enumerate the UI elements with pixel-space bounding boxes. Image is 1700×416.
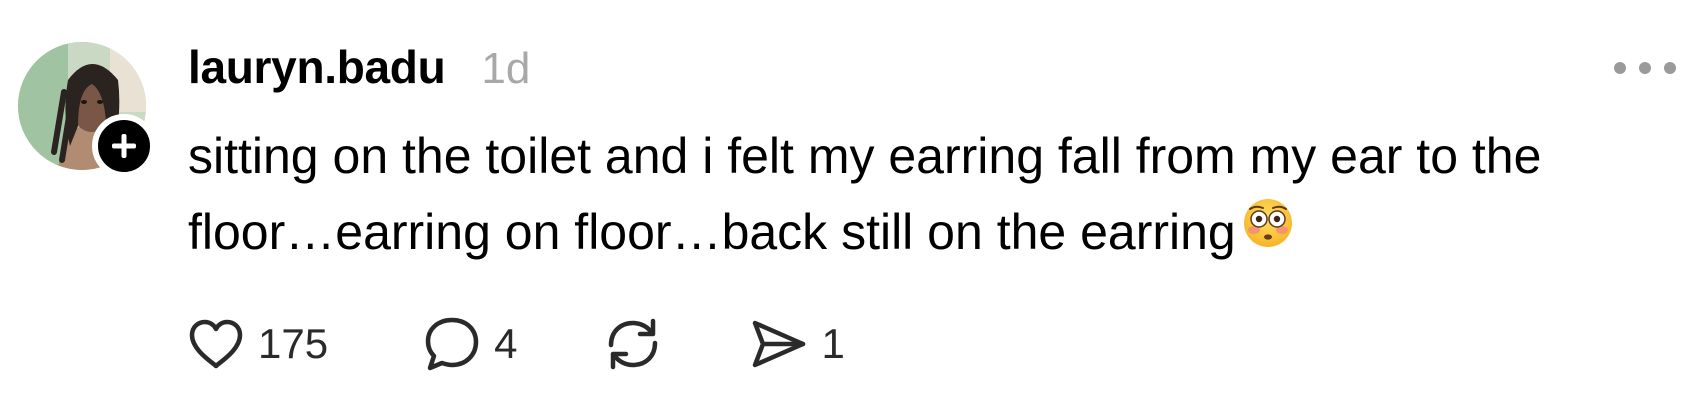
ellipsis-icon bbox=[1614, 62, 1626, 74]
reply-count: 4 bbox=[494, 320, 518, 367]
heart-icon bbox=[189, 319, 243, 369]
paper-plane-icon bbox=[753, 320, 806, 368]
post-header: lauryn.badu 1d bbox=[188, 40, 530, 96]
share-count: 1 bbox=[821, 320, 845, 367]
post-text: sitting on the toilet and i felt my earr… bbox=[188, 128, 1556, 260]
follow-button[interactable] bbox=[92, 114, 156, 178]
speech-bubble-icon bbox=[425, 317, 479, 371]
username[interactable]: lauryn.badu bbox=[188, 40, 446, 94]
reply-button[interactable]: 4 bbox=[424, 316, 517, 372]
flushed-face-icon bbox=[1242, 194, 1294, 270]
post-body: sitting on the toilet and i felt my earr… bbox=[188, 118, 1688, 274]
share-button[interactable]: 1 bbox=[749, 317, 845, 371]
like-button[interactable]: 175 bbox=[188, 318, 328, 370]
ellipsis-icon-dot bbox=[1639, 62, 1651, 74]
repost-button[interactable] bbox=[603, 315, 663, 373]
timestamp: 1d bbox=[481, 44, 531, 93]
thread-post: lauryn.badu 1d sitting on the toilet and… bbox=[0, 0, 1700, 416]
like-count: 175 bbox=[258, 320, 329, 367]
post-actions: 175 4 1 bbox=[188, 312, 845, 376]
plus-icon bbox=[112, 134, 136, 158]
repost-icon bbox=[609, 318, 658, 370]
more-options-button[interactable] bbox=[1614, 56, 1676, 80]
ellipsis-icon-dot bbox=[1664, 62, 1676, 74]
